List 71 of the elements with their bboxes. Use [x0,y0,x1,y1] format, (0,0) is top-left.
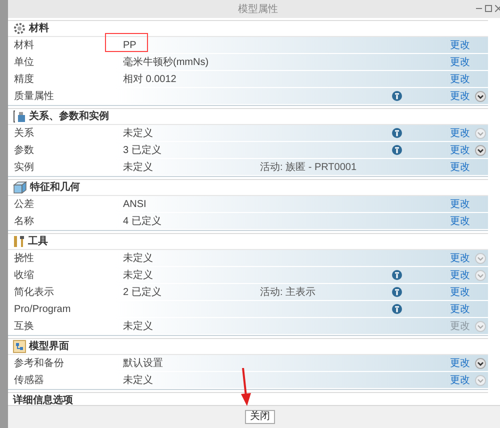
change-link[interactable]: 更改 [450,38,470,52]
row-value: 未定义 [123,126,153,140]
section-title: 材料 [29,22,49,36]
info-icon[interactable] [392,128,402,138]
close-icon[interactable] [495,5,500,12]
interface-icon [13,340,26,353]
change-link[interactable]: 更改 [450,356,470,370]
change-link[interactable]: 更改 [450,88,470,104]
row-value: 4 已定义 [123,214,162,228]
change-link[interactable]: 更改 [450,268,470,282]
info-icon[interactable] [392,145,402,155]
row-label: 互换 [14,320,34,334]
row-label: 挠性 [14,252,34,266]
change-link[interactable]: 更改 [450,250,470,266]
change-link[interactable]: 更改 [450,372,470,388]
change-link[interactable]: 更改 [450,72,470,86]
row-label: 实例 [14,160,34,174]
row-label: 精度 [14,72,34,86]
window-title: 模型属性 [238,2,278,16]
row-value: 相对 0.0012 [123,72,176,86]
row-label: 质量属性 [14,90,54,104]
row-value: 未定义 [123,374,153,388]
row-label: 公差 [14,198,34,212]
row-label: 参考和备份 [14,356,64,370]
info-icon[interactable] [392,270,402,280]
change-link[interactable]: 更改 [450,54,470,70]
row-value: 未定义 [123,160,153,174]
row-status: 活动: 主表示 [260,286,316,300]
row-value: ANSI [123,198,146,212]
row-value: 2 已定义 [123,286,162,300]
section-title: 模型界面 [29,340,69,354]
maximize-icon[interactable] [485,5,492,12]
change-link[interactable]: 更改 [450,142,470,158]
row-value: 未定义 [123,252,153,266]
row-value: 3 已定义 [123,144,162,158]
row-value: 毫米牛顿秒(mmNs) [123,56,209,70]
change-link[interactable]: 更改 [450,196,470,212]
expand-icon[interactable] [475,90,486,102]
tools-icon [13,235,25,248]
change-link[interactable]: 更改 [450,214,470,228]
cube-icon [13,181,27,194]
row-label: 材料 [14,38,34,52]
change-link[interactable]: 更改 [450,302,470,316]
row-label: 单位 [14,56,34,70]
section-title: 工具 [28,234,48,249]
change-link[interactable]: 更改 [450,284,470,300]
row-value: PP [123,38,136,52]
row-label: 参数 [14,144,34,158]
row-label: 关系 [14,126,34,140]
row-label: 传感器 [14,374,44,388]
change-link[interactable]: 更改 [450,160,470,174]
change-link[interactable]: 更改 [450,126,470,140]
row-label: 名称 [14,214,34,228]
info-icon[interactable] [392,304,402,314]
row-value: 未定义 [123,320,153,334]
section-title: 详细信息选项 [13,393,73,405]
row-value: 默认设置 [123,356,163,370]
minimize-icon[interactable] [476,7,482,10]
row-status: 活动: 族匿 - PRT0001 [260,160,357,174]
info-icon[interactable] [392,287,402,297]
expand-icon[interactable] [475,144,486,156]
row-label: 收缩 [14,268,34,282]
row-label: 简化表示 [14,286,54,300]
row-label: Pro/Program [14,302,71,316]
expand-icon[interactable] [475,358,486,368]
info-icon[interactable] [392,91,402,101]
section-title: 关系、参数和实例 [29,109,109,124]
section-title: 特征和几何 [30,180,80,195]
gear-icon [13,22,26,35]
close-button[interactable]: 关闭 [245,410,275,424]
row-value: 未定义 [123,268,153,282]
